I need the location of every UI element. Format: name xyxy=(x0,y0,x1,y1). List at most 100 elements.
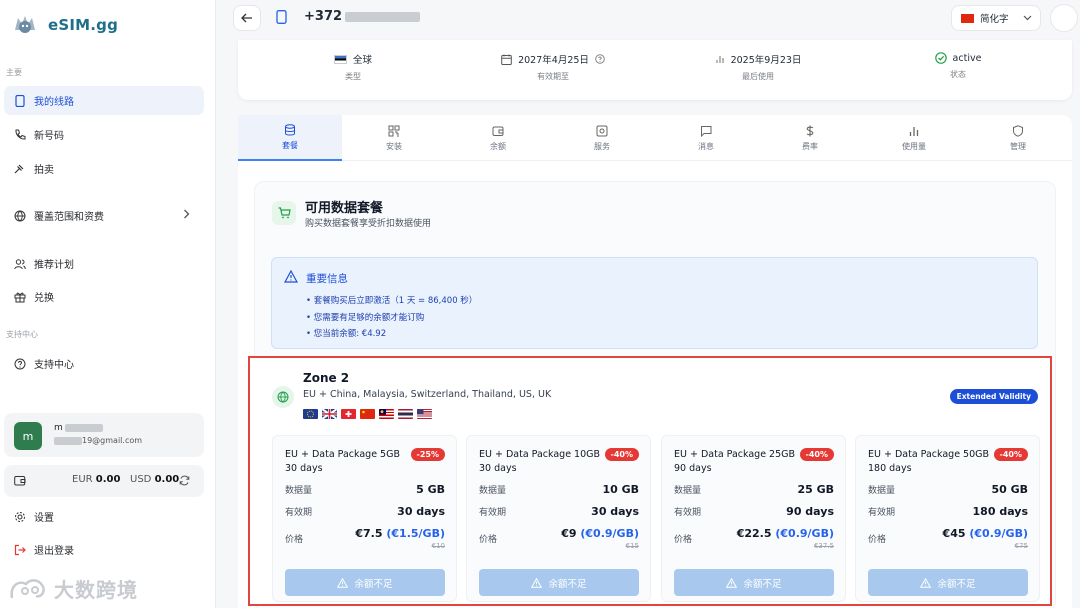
package-price-row: 价格 €22.5 (€0.9/GB) €37.5 xyxy=(674,527,834,550)
user-card[interactable]: m m 19@gmail.com xyxy=(4,413,204,457)
gavel-icon xyxy=(14,163,26,175)
sidebar-item-my-lines[interactable]: 我的线路 xyxy=(4,86,204,115)
watermark-logo-icon xyxy=(10,578,45,598)
warning-icon xyxy=(726,577,738,588)
user-email: 19@gmail.com xyxy=(54,436,142,445)
zone-card: Zone 2 EU + China, Malaysia, Switzerland… xyxy=(248,356,1052,606)
tab-rates[interactable]: 费率 xyxy=(758,115,862,161)
package-validity-row: 有效期 90 days xyxy=(674,505,834,518)
language-select[interactable]: 简化字 xyxy=(951,5,1041,31)
sidebar-item-coverage[interactable]: 覆盖范围和资费 xyxy=(4,201,204,230)
old-price: €75 xyxy=(1014,542,1028,550)
globe-icon xyxy=(272,386,294,408)
sidebar-item-logout[interactable]: 退出登录 xyxy=(4,535,204,564)
plans-subtitle: 购买数据套餐享受折扣数据使用 xyxy=(305,219,432,229)
warning-icon xyxy=(531,577,543,588)
package-card: EU + Data Package 10GB 30 days -40% 数据量 10 … xyxy=(466,435,651,602)
flag-us-icon xyxy=(417,409,432,419)
warning-icon xyxy=(920,577,932,588)
message-icon xyxy=(701,125,712,137)
flag-switzerland-icon xyxy=(341,409,356,419)
package-price-row: 价格 €7.5 (€1.5/GB) €10 xyxy=(285,527,445,550)
package-card: EU + Data Package 5GB 30 days -25% 数据量 5 GB… xyxy=(272,435,457,602)
discount-badge: -40% xyxy=(799,448,834,461)
package-card: EU + Data Package 25GB 90 days -40% 数据量 25 … xyxy=(661,435,846,602)
package-data-row: 数据量 10 GB xyxy=(479,483,639,496)
tab-packages[interactable]: 套餐 xyxy=(238,115,342,161)
package-price: €7.5 (€1.5/GB) €10 xyxy=(355,527,445,550)
back-button[interactable] xyxy=(233,5,261,31)
flag-china-icon xyxy=(961,13,974,23)
chevron-down-icon xyxy=(1023,13,1032,24)
logout-icon xyxy=(14,544,26,556)
sidebar-item-label: 兑换 xyxy=(34,293,54,304)
package-price: €9 (€0.9/GB) €15 xyxy=(561,527,639,550)
info-status: active 状态 xyxy=(918,52,998,80)
flag-uk-icon xyxy=(322,409,337,419)
section-label-support: 支持中心 xyxy=(6,330,38,339)
qr-code-icon xyxy=(388,125,400,136)
line-info-card: 全球 类型 2027年4月25日 有效期至 2025年9月23日 最后使用 ac… xyxy=(238,40,1072,100)
package-name: EU + Data Package 10GB 30 days xyxy=(479,449,601,474)
discount-badge: -40% xyxy=(604,448,639,461)
old-price: €37.5 xyxy=(813,542,834,550)
phone-icon xyxy=(14,94,26,107)
tab-usage[interactable]: 使用量 xyxy=(862,115,966,161)
sidebar-item-label: 我的线路 xyxy=(34,97,74,108)
zone-countries: EU + China, Malaysia, Switzerland, Thail… xyxy=(303,389,552,400)
tab-manage[interactable]: 管理 xyxy=(966,115,1070,161)
insufficient-balance-button[interactable]: 余额不足 xyxy=(868,569,1028,596)
sidebar-item-label: 支持中心 xyxy=(34,360,74,371)
tab-balance[interactable]: 余额 xyxy=(446,115,550,161)
sidebar-item-redeem[interactable]: 兑换 xyxy=(4,282,204,311)
old-price: €15 xyxy=(625,542,639,550)
sidebar-item-label: 新号码 xyxy=(34,131,64,142)
tab-messages[interactable]: 消息 xyxy=(654,115,758,161)
discount-badge: -25% xyxy=(410,448,445,461)
bar-chart-icon xyxy=(909,126,919,136)
insufficient-balance-button[interactable]: 余额不足 xyxy=(285,569,445,596)
logo[interactable]: eSIM.gg xyxy=(10,10,118,40)
users-icon xyxy=(14,258,26,270)
zone-flags xyxy=(303,409,432,419)
sidebar-item-support[interactable]: 支持中心 xyxy=(4,349,204,378)
flag-malaysia-icon xyxy=(379,409,394,419)
help-circle-icon[interactable] xyxy=(595,54,605,64)
user-name: m xyxy=(54,423,103,433)
package-data-row: 数据量 25 GB xyxy=(674,483,834,496)
phone-number: +372 xyxy=(304,9,421,24)
info-last-used: 2025年9月23日 最后使用 xyxy=(703,52,813,82)
insufficient-balance-button[interactable]: 余额不足 xyxy=(674,569,834,596)
phone-icon xyxy=(276,10,287,27)
app-name: eSIM.gg xyxy=(48,16,119,34)
flag-estonia-icon xyxy=(333,54,347,64)
extended-validity-badge: Extended Validity xyxy=(949,389,1038,404)
sidebar-item-referral[interactable]: 推荐计划 xyxy=(4,249,204,278)
bar-chart-icon xyxy=(715,56,724,63)
globe-icon xyxy=(14,210,26,222)
notice-list: 套餐购买后立即激活（1 天 = 86,400 秒） 您需要有足够的余额才能订购 … xyxy=(306,293,478,343)
package-name: EU + Data Package 5GB 30 days xyxy=(285,449,400,474)
tab-install[interactable]: 安装 xyxy=(342,115,446,161)
sidebar-item-label: 退出登录 xyxy=(34,546,74,557)
tab-services[interactable]: 服务 xyxy=(550,115,654,161)
sidebar-item-settings[interactable]: 设置 xyxy=(4,502,204,531)
theme-toggle-button[interactable] xyxy=(1050,4,1078,32)
notice-title: 重要信息 xyxy=(306,273,348,285)
avatar: m xyxy=(14,422,42,450)
flag-thailand-icon xyxy=(398,409,413,419)
sidebar-item-new-number[interactable]: 新号码 xyxy=(4,120,204,149)
sidebar-item-auction[interactable]: 拍卖 xyxy=(4,154,204,183)
package-validity-row: 有效期 30 days xyxy=(285,505,445,518)
insufficient-balance-button[interactable]: 余额不足 xyxy=(479,569,639,596)
arrow-left-icon xyxy=(241,13,252,23)
package-validity-row: 有效期 180 days xyxy=(868,505,1028,518)
dollar-icon xyxy=(806,125,814,136)
package-data-row: 数据量 50 GB xyxy=(868,483,1028,496)
refresh-icon[interactable] xyxy=(179,475,190,489)
discount-badge: -40% xyxy=(993,448,1028,461)
notice-item: 您当前余额: €4.92 xyxy=(306,326,477,343)
package-name: EU + Data Package 50GB 180 days xyxy=(868,449,990,474)
shield-icon xyxy=(1013,124,1023,137)
top-bar: +372 简化字 xyxy=(216,0,1080,40)
